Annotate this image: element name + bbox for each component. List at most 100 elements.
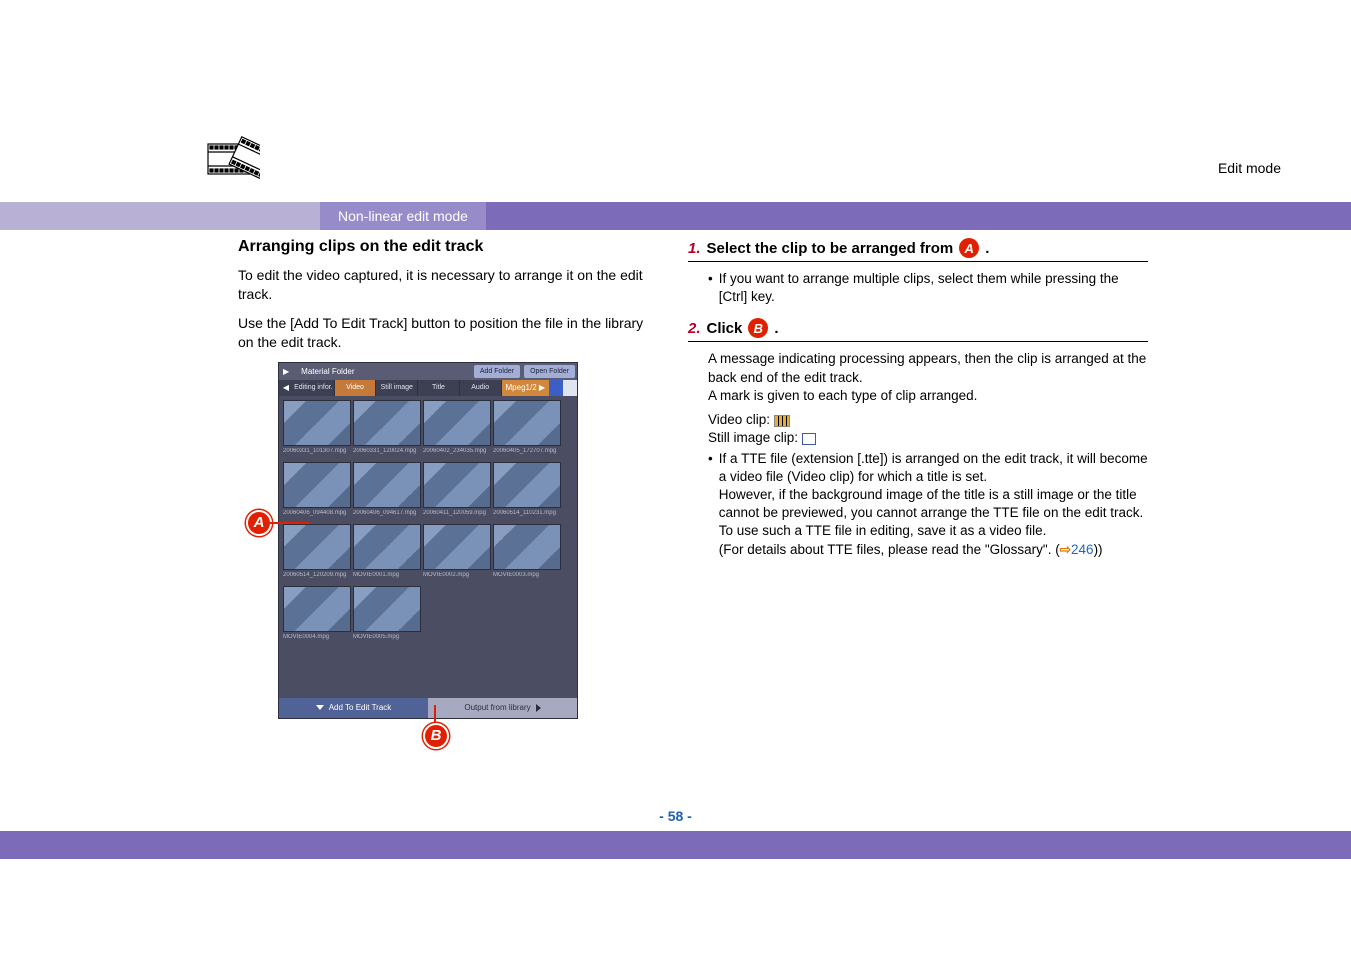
step-2-paragraph-2: A mark is given to each type of clip arr… bbox=[708, 387, 1148, 405]
thumbnail[interactable] bbox=[423, 524, 491, 570]
material-folder-label: Material Folder bbox=[293, 363, 472, 380]
bar-spacer bbox=[0, 202, 320, 230]
shot-bottom-bar: Add To Edit Track Output from library bbox=[279, 698, 577, 718]
shot-tabs: ◀ Editing infor. Video Still image Title… bbox=[279, 380, 577, 396]
tte-para2-a: (For details about TTE files, please rea… bbox=[719, 542, 1060, 557]
tab-title[interactable]: Title bbox=[418, 380, 460, 396]
add-to-edit-track-button[interactable]: Add To Edit Track bbox=[279, 698, 428, 718]
thumbnail[interactable] bbox=[353, 462, 421, 508]
marker-b-icon: B bbox=[423, 723, 449, 749]
open-folder-button[interactable]: Open Folder bbox=[524, 365, 575, 378]
expand-icon: ▶ bbox=[279, 363, 293, 380]
tte-para1: However, if the background image of the … bbox=[719, 486, 1148, 541]
right-column: 1. Select the clip to be arranged from A… bbox=[688, 238, 1148, 792]
step-number: 2. bbox=[688, 320, 701, 337]
bullet-icon: • bbox=[708, 450, 713, 559]
step-2-body: A message indicating processing appears,… bbox=[688, 350, 1148, 558]
thumbnail-caption: 20060406_094408.mpg bbox=[283, 510, 351, 516]
thumbnail[interactable] bbox=[423, 462, 491, 508]
marker-a-icon: A bbox=[246, 510, 272, 536]
subheading-text: Non-linear edit mode bbox=[320, 202, 486, 230]
tte-line1: If a TTE file (extension [.tte]) is arra… bbox=[719, 451, 1148, 484]
thumbnail[interactable] bbox=[423, 400, 491, 446]
thumbnail[interactable] bbox=[283, 586, 351, 632]
chevron-right-icon bbox=[536, 704, 541, 712]
tte-bullet-body: If a TTE file (extension [.tte]) is arra… bbox=[719, 450, 1148, 559]
step-number: 1. bbox=[688, 240, 701, 257]
view-toggle-list-icon[interactable] bbox=[549, 380, 563, 396]
thumbnail-caption: MOVIE0002.mpg bbox=[423, 572, 491, 578]
marker-b-inline-icon: B bbox=[748, 318, 768, 338]
step-2-divider bbox=[688, 341, 1148, 342]
intro-paragraph-1: To edit the video captured, it is necess… bbox=[238, 266, 658, 304]
thumbnail[interactable] bbox=[283, 400, 351, 446]
thumbnail[interactable] bbox=[353, 524, 421, 570]
document-page: Edit mode bbox=[0, 0, 1351, 954]
thumbnail-caption: 20060331_120024.mpg bbox=[353, 448, 421, 454]
tte-para2-b: )) bbox=[1094, 542, 1103, 557]
app-screenshot: ▶ Material Folder Add Folder Open Folder… bbox=[278, 362, 578, 719]
thumbnail-caption: 20060406_094617.mpg bbox=[353, 510, 421, 516]
thumbnail[interactable] bbox=[283, 462, 351, 508]
thumbnail-caption: MOVIE0001.mpg bbox=[353, 572, 421, 578]
step-2: 2. Click B . A message indicating proces… bbox=[688, 318, 1148, 558]
thumbnail[interactable] bbox=[353, 586, 421, 632]
marker-a-inline-icon: A bbox=[959, 238, 979, 258]
thumbnail[interactable] bbox=[353, 400, 421, 446]
content-columns: Arranging clips on the edit track To edi… bbox=[0, 232, 1351, 792]
thumbnail-caption: MOVIE0005.mpg bbox=[353, 634, 421, 640]
still-clip-icon bbox=[802, 433, 816, 445]
still-clip-line: Still image clip: bbox=[708, 429, 1148, 447]
video-clip-line: Video clip: bbox=[708, 411, 1148, 429]
step-2-heading: 2. Click B . bbox=[688, 318, 1148, 341]
bullet-icon: • bbox=[708, 270, 713, 306]
thumbnail-caption: 20060514_120209.mpg bbox=[283, 572, 351, 578]
step-1-heading: 1. Select the clip to be arranged from A… bbox=[688, 238, 1148, 261]
left-column: Arranging clips on the edit track To edi… bbox=[238, 238, 658, 792]
marker-b-leader bbox=[434, 705, 436, 725]
thumbnail-caption: 20060402_234035.mpg bbox=[423, 448, 491, 454]
screenshot-figure: A ▶ Material Folder Add Folder Open Fold… bbox=[278, 362, 658, 719]
thumbnail-caption: 20060405_172707.mpg bbox=[493, 448, 561, 454]
video-clip-icon bbox=[774, 415, 790, 427]
link-arrow-icon: ⇨ bbox=[1060, 542, 1071, 557]
thumbnail[interactable] bbox=[283, 524, 351, 570]
view-toggle-grid-icon[interactable] bbox=[563, 380, 577, 396]
page-header-area: Edit mode bbox=[0, 0, 1351, 210]
marker-a-leader bbox=[270, 522, 310, 524]
thumbnail[interactable] bbox=[493, 400, 561, 446]
section-title: Arranging clips on the edit track bbox=[238, 238, 658, 256]
step-2-text: Click bbox=[707, 320, 743, 337]
add-folder-button[interactable]: Add Folder bbox=[474, 365, 520, 378]
subheading-bar: Non-linear edit mode bbox=[0, 202, 1351, 230]
tte-bullet: • If a TTE file (extension [.tte]) is ar… bbox=[708, 450, 1148, 559]
tte-para2: (For details about TTE files, please rea… bbox=[719, 541, 1148, 559]
footer-bar bbox=[0, 831, 1351, 859]
page-number: - 58 - bbox=[0, 808, 1351, 824]
tab-editing-info[interactable]: Editing infor. bbox=[293, 380, 335, 396]
tabs-back-icon[interactable]: ◀ bbox=[279, 380, 293, 396]
thumbnail[interactable] bbox=[493, 462, 561, 508]
filmstrip-icon bbox=[204, 130, 260, 191]
shot-thumbnails: 20060331_101307.mpg20060331_120024.mpg20… bbox=[279, 396, 577, 698]
chevron-down-icon bbox=[316, 705, 324, 710]
thumbnail[interactable] bbox=[493, 524, 561, 570]
glossary-link[interactable]: 246 bbox=[1071, 542, 1094, 557]
step-1: 1. Select the clip to be arranged from A… bbox=[688, 238, 1148, 306]
shot-titlebar: ▶ Material Folder Add Folder Open Folder bbox=[279, 363, 577, 380]
thumbnail-caption: MOVIE0004.mpg bbox=[283, 634, 351, 640]
mode-label: Edit mode bbox=[1218, 160, 1281, 176]
still-clip-label: Still image clip: bbox=[708, 430, 798, 445]
step-2-paragraph-1: A message indicating processing appears,… bbox=[708, 350, 1148, 386]
step-1-note-text: If you want to arrange multiple clips, s… bbox=[719, 270, 1148, 306]
tab-video[interactable]: Video bbox=[335, 380, 377, 396]
step-1-text: Select the clip to be arranged from bbox=[707, 240, 954, 257]
period: . bbox=[774, 320, 778, 337]
tab-still-image[interactable]: Still image bbox=[376, 380, 418, 396]
video-clip-label: Video clip: bbox=[708, 412, 770, 427]
thumbnail-caption: 20060331_101307.mpg bbox=[283, 448, 351, 454]
thumbnail-caption: 20060411_120059.mpg bbox=[423, 510, 491, 516]
format-dropdown[interactable]: Mpeg1/2 ▶ bbox=[502, 380, 550, 396]
output-from-library-button[interactable]: Output from library bbox=[428, 698, 577, 718]
tab-audio[interactable]: Audio bbox=[460, 380, 502, 396]
